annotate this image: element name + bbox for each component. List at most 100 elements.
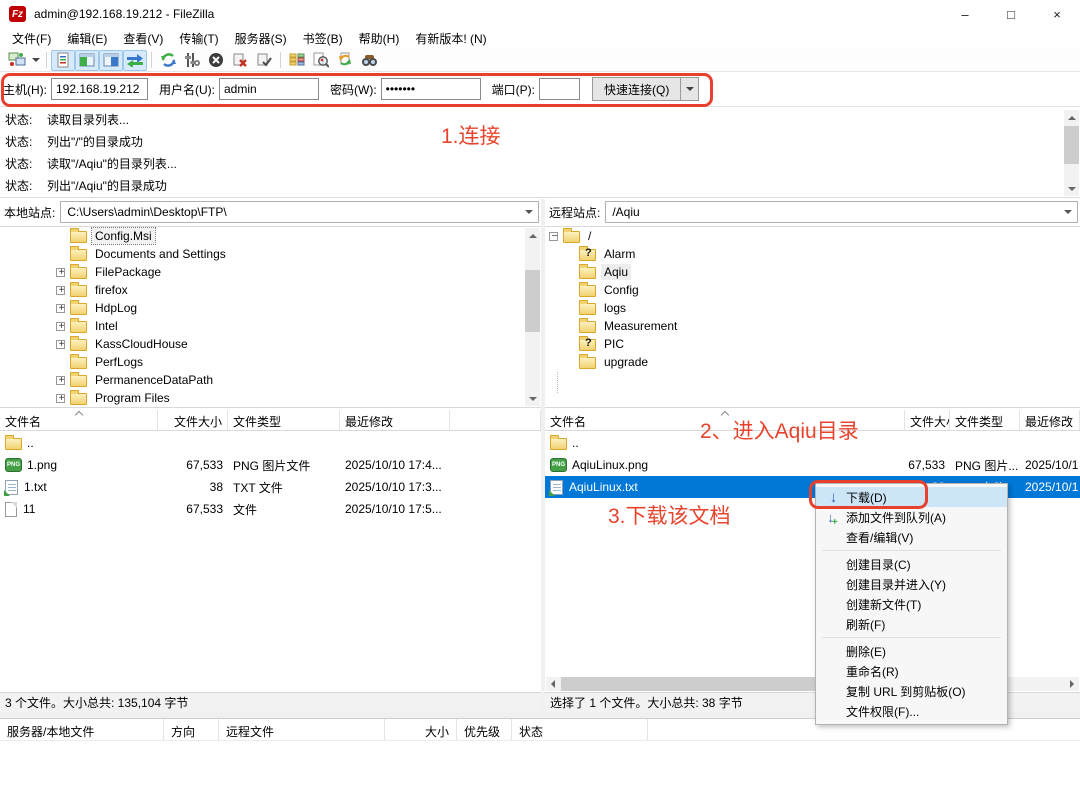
scroll-left-icon[interactable] — [546, 677, 560, 691]
queue-column-direction[interactable]: 方向 — [164, 719, 219, 740]
context-menu-item-create-file[interactable]: 创建新文件(T) — [816, 594, 1007, 614]
tree-label[interactable]: logs — [601, 300, 629, 316]
tree-label[interactable]: firefox — [92, 282, 131, 298]
disconnect-button[interactable] — [228, 50, 252, 71]
menu-edit[interactable]: 编辑(E) — [59, 28, 115, 49]
local-tree-item[interactable]: Program Files — [0, 389, 541, 407]
column-header-filesize[interactable]: 文件大小 — [158, 410, 228, 430]
tree-label[interactable]: KassCloudHouse — [92, 336, 191, 352]
column-header-filesize[interactable]: 文件大小 — [905, 410, 950, 430]
expand-icon[interactable] — [56, 322, 65, 331]
remote-tree-item[interactable]: upgrade — [545, 353, 1080, 371]
queue-column-priority[interactable]: 优先级 — [457, 719, 512, 740]
menu-help[interactable]: 帮助(H) — [351, 28, 408, 49]
local-tree-item[interactable]: KassCloudHouse — [0, 335, 541, 353]
local-tree-item[interactable]: HdpLog — [0, 299, 541, 317]
expand-icon[interactable] — [56, 304, 65, 313]
menu-file[interactable]: 文件(F) — [4, 28, 59, 49]
tree-label[interactable]: Config — [601, 282, 642, 298]
remote-tree-item[interactable]: Aqiu — [545, 263, 1080, 281]
column-header-filetype[interactable]: 文件类型 — [228, 410, 340, 430]
queue-column-server-local-file[interactable]: 服务器/本地文件 — [0, 719, 164, 740]
toggle-local-tree-button[interactable] — [75, 50, 99, 71]
scroll-down-icon[interactable] — [525, 391, 540, 406]
queue-column-status[interactable]: 状态 — [512, 719, 648, 740]
context-menu-item-create-directory-enter[interactable]: 创建目录并进入(Y) — [816, 574, 1007, 594]
site-manager-button[interactable] — [5, 50, 29, 71]
menu-server[interactable]: 服务器(S) — [227, 28, 295, 49]
expand-icon[interactable] — [56, 286, 65, 295]
menu-new-version[interactable]: 有新版本! (N) — [407, 28, 494, 49]
tree-label[interactable]: Documents and Settings — [92, 246, 229, 262]
scrollbar-thumb[interactable] — [1064, 126, 1079, 164]
local-tree-item[interactable]: Intel — [0, 317, 541, 335]
scroll-right-icon[interactable] — [1065, 677, 1079, 691]
minimize-button[interactable]: – — [942, 0, 988, 28]
context-menu-item-file-permissions[interactable]: 文件权限(F)... — [816, 701, 1007, 721]
collapse-icon[interactable] — [549, 232, 558, 241]
filename-filter-button[interactable] — [309, 50, 333, 71]
local-tree-item[interactable]: Documents and Settings — [0, 245, 541, 263]
toggle-remote-tree-button[interactable] — [99, 50, 123, 71]
expand-icon[interactable] — [56, 340, 65, 349]
remote-tree-item[interactable]: / — [545, 227, 1080, 245]
local-tree-item[interactable]: FilePackage — [0, 263, 541, 281]
column-header-filename[interactable]: 文件名 — [0, 410, 158, 430]
column-header-modified[interactable]: 最近修改 — [340, 410, 450, 430]
tree-label[interactable]: PIC — [601, 336, 627, 352]
toggle-message-log-button[interactable] — [51, 50, 75, 71]
directory-comparison-button[interactable] — [285, 50, 309, 71]
local-tree-scrollbar[interactable] — [525, 228, 540, 406]
tree-label[interactable]: FilePackage — [92, 264, 164, 280]
file-row[interactable]: 11 67,533文件2025/10/10 17:5... — [0, 498, 541, 520]
tree-label[interactable]: Intel — [92, 318, 121, 334]
remote-tree-item[interactable]: Config — [545, 281, 1080, 299]
scrollbar-thumb[interactable] — [525, 270, 540, 332]
scrollbar-thumb[interactable] — [561, 677, 851, 691]
remote-tree-item[interactable]: PIC — [545, 335, 1080, 353]
remote-tree-item[interactable]: logs — [545, 299, 1080, 317]
column-header-modified[interactable]: 最近修改 — [1020, 410, 1080, 430]
menu-transfer[interactable]: 传输(T) — [171, 28, 226, 49]
tree-label[interactable]: HdpLog — [92, 300, 140, 316]
remote-tree-item[interactable]: Measurement — [545, 317, 1080, 335]
queue-column-remote-file[interactable]: 远程文件 — [219, 719, 385, 740]
column-header-filetype[interactable]: 文件类型 — [950, 410, 1020, 430]
expand-icon[interactable] — [56, 394, 65, 403]
local-tree-item[interactable]: Config.Msi — [0, 227, 541, 245]
menu-bookmarks[interactable]: 书签(B) — [295, 28, 351, 49]
cancel-button[interactable] — [204, 50, 228, 71]
context-menu-item-view-edit[interactable]: 查看/编辑(V) — [816, 527, 1007, 547]
refresh-button[interactable] — [156, 50, 180, 71]
find-files-button[interactable] — [357, 50, 381, 71]
local-tree-item[interactable]: PerfLogs — [0, 353, 541, 371]
remote-tree-item[interactable]: Alarm — [545, 245, 1080, 263]
local-tree-item[interactable]: PermanenceDataPath — [0, 371, 541, 389]
tree-label[interactable]: Config.Msi — [92, 228, 155, 244]
chevron-down-icon[interactable] — [1064, 210, 1072, 214]
context-menu-item-refresh[interactable]: 刷新(F) — [816, 614, 1007, 634]
tree-label[interactable]: upgrade — [601, 354, 651, 370]
context-menu-item-rename[interactable]: 重命名(R) — [816, 661, 1007, 681]
file-row[interactable]: 1.png 67,533PNG 图片文件2025/10/10 17:4... — [0, 454, 541, 476]
tree-label[interactable]: Program Files — [92, 390, 173, 406]
scroll-up-icon[interactable] — [525, 228, 540, 243]
scroll-down-icon[interactable] — [1064, 181, 1079, 196]
local-tree-item[interactable]: firefox — [0, 281, 541, 299]
log-scrollbar[interactable] — [1064, 110, 1079, 196]
file-row[interactable]: AqiuLinux.png 67,533PNG 图片...2025/10/1 — [545, 454, 1080, 476]
tree-label[interactable]: Measurement — [601, 318, 680, 334]
chevron-down-icon[interactable] — [525, 210, 533, 214]
queue-column-size[interactable]: 大小 — [385, 719, 457, 740]
file-row-parent-dir[interactable]: .. — [0, 432, 541, 454]
site-manager-dropdown[interactable] — [29, 50, 42, 71]
local-site-combo[interactable]: C:\Users\admin\Desktop\FTP\ — [60, 201, 539, 223]
close-button[interactable]: × — [1034, 0, 1080, 28]
tree-label[interactable]: PerfLogs — [92, 354, 146, 370]
context-menu-item-copy-url[interactable]: 复制 URL 到剪贴板(O) — [816, 681, 1007, 701]
toggle-transfer-queue-button[interactable] — [123, 50, 147, 71]
context-menu-item-delete[interactable]: 删除(E) — [816, 641, 1007, 661]
reconnect-button[interactable] — [252, 50, 276, 71]
synchronized-browsing-button[interactable] — [333, 50, 357, 71]
context-menu-item-add-to-queue[interactable]: 添加文件到队列(A) — [816, 507, 1007, 527]
